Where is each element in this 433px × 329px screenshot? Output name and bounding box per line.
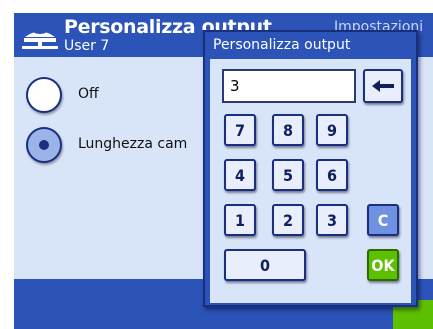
app-screen: Personalizza output User 7 Impostazioni … (0, 0, 433, 329)
radio-off[interactable] (26, 77, 62, 113)
scale-icon (22, 28, 58, 49)
key-5[interactable]: 5 (272, 159, 304, 191)
radio-lunghezza[interactable] (26, 127, 62, 163)
key-9[interactable]: 9 (316, 114, 348, 146)
ok-button[interactable]: OK (367, 249, 399, 281)
key-1[interactable]: 1 (224, 204, 256, 236)
key-2[interactable]: 2 (272, 204, 304, 236)
left-arrow-icon (372, 80, 394, 92)
key-8[interactable]: 8 (272, 114, 304, 146)
option-off[interactable]: Off (14, 77, 214, 117)
key-4[interactable]: 4 (224, 159, 256, 191)
key-6[interactable]: 6 (316, 159, 348, 191)
backspace-button[interactable] (363, 69, 403, 103)
dialog-body: 3 7 8 9 4 5 6 1 2 3 C 0 OK (210, 59, 411, 303)
user-label: User 7 (64, 38, 110, 54)
key-7[interactable]: 7 (224, 114, 256, 146)
option-off-label: Off (78, 86, 99, 102)
numeric-keypad-dialog: Personalizza output 3 7 8 9 4 5 6 1 2 3 … (203, 30, 418, 307)
key-3[interactable]: 3 (316, 204, 348, 236)
option-lunghezza[interactable]: Lunghezza cam (14, 127, 214, 167)
key-0[interactable]: 0 (224, 249, 306, 281)
value-input[interactable]: 3 (222, 69, 356, 103)
clear-button[interactable]: C (367, 204, 399, 236)
option-lunghezza-label: Lunghezza cam (78, 136, 188, 152)
dialog-title: Personalizza output (213, 37, 351, 53)
